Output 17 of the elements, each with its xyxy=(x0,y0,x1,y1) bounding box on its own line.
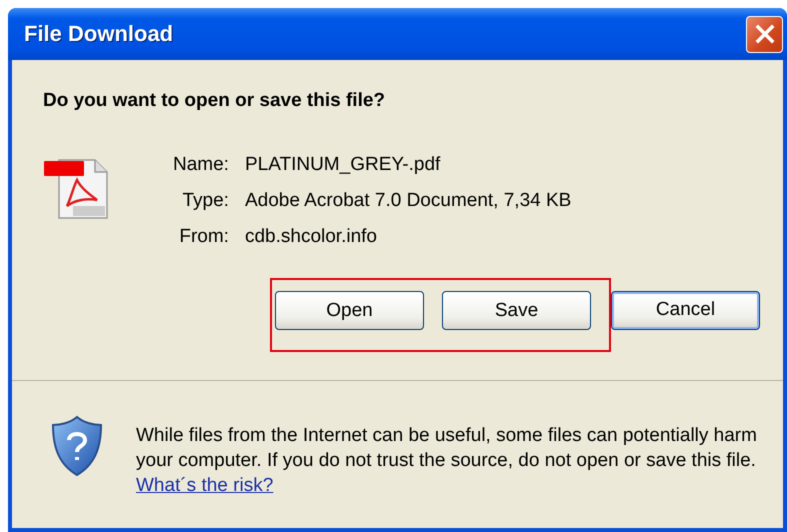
field-value: Adobe Acrobat 7.0 Document, 7,34 KB xyxy=(244,190,572,212)
pdf-file-icon xyxy=(43,158,109,220)
field-label: Type: xyxy=(181,190,229,212)
field-label: Name: xyxy=(173,154,229,176)
close-icon xyxy=(754,24,774,44)
dialog-button[interactable]: Save xyxy=(442,291,591,330)
dialog-button[interactable]: Open xyxy=(275,291,424,330)
close-button[interactable] xyxy=(746,16,783,52)
field-value: PLATINUM_GREY-.pdf xyxy=(244,154,442,176)
field-value: cdb.shcolor.info xyxy=(244,226,378,248)
question-text: Do you want to open or save this file? xyxy=(43,90,386,112)
warning-text: While files from the Internet can be useful, some files can potentially harm your computer. If you do not trust the source, do not open or save this file. What´s the risk? xyxy=(136,424,758,498)
security-shield-icon xyxy=(50,415,104,477)
dialog-button[interactable]: Cancel xyxy=(611,290,760,330)
risk-link[interactable]: What´s the risk? xyxy=(136,475,274,496)
window-title: File Download xyxy=(24,21,174,47)
field-label: From: xyxy=(178,226,229,248)
